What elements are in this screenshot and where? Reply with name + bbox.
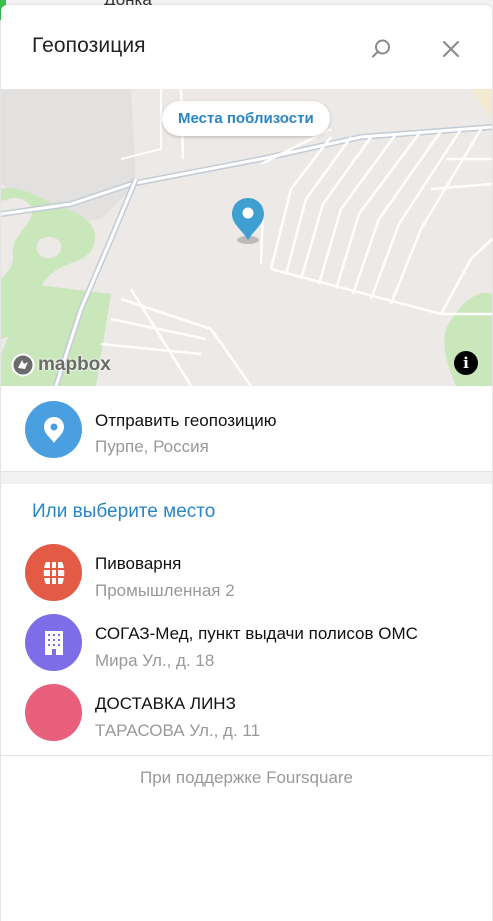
location-pin-icon xyxy=(43,416,64,443)
section-divider xyxy=(1,471,492,484)
place-address: Промышленная 2 xyxy=(95,581,235,600)
close-icon xyxy=(443,41,459,57)
send-location-avatar xyxy=(25,401,82,458)
modal-title: Геопозиция xyxy=(32,34,146,57)
place-avatar xyxy=(25,684,82,741)
map-info-button[interactable]: i xyxy=(454,351,478,375)
beer-barrel-icon xyxy=(43,561,64,584)
map-view[interactable]: Места поблизости mapbox i xyxy=(1,89,492,386)
places-section-title: Или выберите место xyxy=(32,501,216,522)
place-item-sogaz[interactable]: СОГАЗ-Мед, пункт выдачи полисов ОМС Мира… xyxy=(1,610,492,680)
mapbox-wordmark: mapbox xyxy=(38,354,111,375)
place-item-brewery[interactable]: Пивоварня Промышленная 2 xyxy=(1,540,492,610)
place-address: ТАРАСОВА Ул., д. 11 xyxy=(95,721,261,740)
nearby-places-button[interactable]: Места поблизости xyxy=(162,101,330,136)
place-avatar xyxy=(25,614,82,671)
send-location-title: Отправить геопозицию xyxy=(95,411,277,430)
place-name: ДОСТАВКА ЛИНЗ xyxy=(95,694,236,713)
modal-header: Геопозиция xyxy=(1,5,492,89)
building-icon xyxy=(44,630,63,655)
place-address: Мира Ул., д. 18 xyxy=(95,651,215,670)
close-button[interactable] xyxy=(433,31,469,67)
place-name: Пивоварня xyxy=(95,554,182,573)
location-modal: Геопозиция Места поблизости mapbox i Отп… xyxy=(1,5,492,921)
mapbox-attribution[interactable]: mapbox xyxy=(11,353,111,377)
footer-divider xyxy=(1,755,492,756)
search-button[interactable] xyxy=(363,31,399,67)
map-pin-icon[interactable] xyxy=(230,196,266,246)
place-avatar xyxy=(25,544,82,601)
foursquare-attribution: При поддержке Foursquare xyxy=(139,768,354,787)
send-location-subtitle: Пурпе, Россия xyxy=(95,437,209,456)
search-icon xyxy=(372,39,390,58)
place-item-lens-delivery[interactable]: ДОСТАВКА ЛИНЗ ТАРАСОВА Ул., д. 11 xyxy=(1,680,492,750)
send-location-row[interactable]: Отправить геопозицию Пурпе, Россия xyxy=(1,386,492,471)
place-name: СОГАЗ-Мед, пункт выдачи полисов ОМС xyxy=(95,624,418,643)
mapbox-logo-icon xyxy=(11,353,35,377)
